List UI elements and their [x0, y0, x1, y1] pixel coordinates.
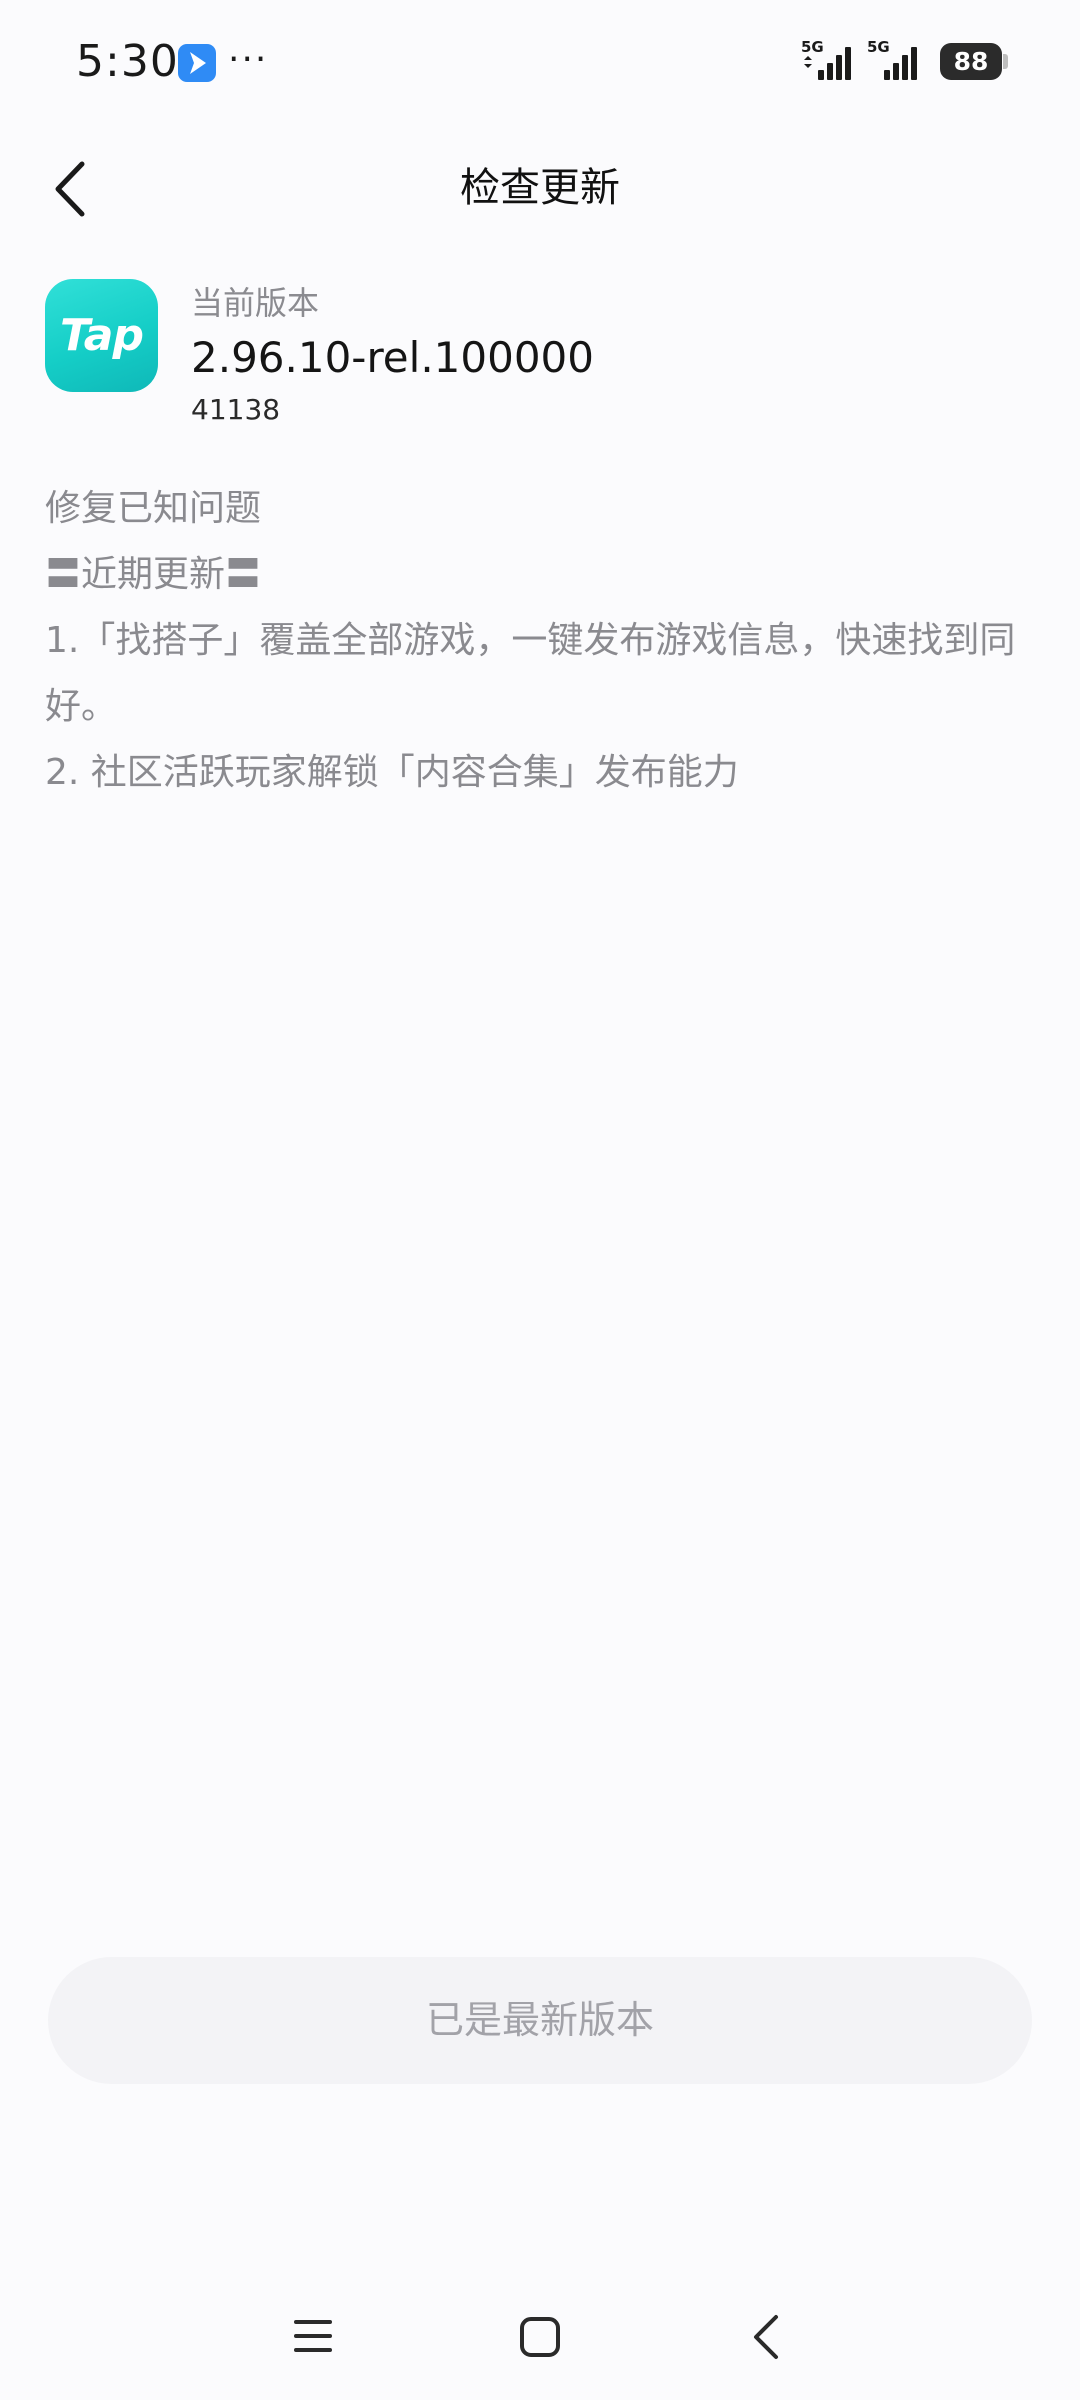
notification-app-icon — [178, 44, 216, 82]
battery-cap — [1003, 54, 1008, 69]
changelog-line: 〓近期更新〓 — [45, 554, 262, 595]
back-button[interactable] — [42, 150, 112, 228]
changelog: 修复已知问题 〓近期更新〓 1.「找搭子」覆盖全部游戏，一键发布游戏信息，快速找… — [45, 476, 1045, 806]
nav-back-icon[interactable] — [748, 2312, 786, 2362]
home-square-icon[interactable] — [519, 2316, 561, 2358]
status-bar: 5:30 ··· 5G 5G 88 — [0, 0, 1080, 125]
version-value: 2.96.10-rel.100000 — [191, 333, 594, 382]
latest-version-button[interactable]: 已是最新版本 — [48, 1957, 1032, 2084]
svg-text:5G: 5G — [801, 38, 824, 56]
version-label: 当前版本 — [191, 284, 320, 322]
changelog-line: 修复已知问题 — [45, 488, 262, 529]
tap-app-logo: Tap — [45, 279, 158, 392]
more-notifications-icon: ··· — [228, 39, 269, 80]
page-title: 检查更新 — [460, 165, 620, 211]
changelog-line: 2. 社区活跃玩家解锁「内容合集」发布能力 — [45, 752, 739, 793]
svg-text:5G: 5G — [867, 38, 890, 56]
chevron-left-icon — [55, 161, 85, 217]
app-logo-text: Tap — [60, 310, 144, 361]
battery-icon: 88 — [940, 43, 1002, 80]
signal-5g-icon: 5G — [800, 38, 858, 82]
status-time: 5:30 — [76, 36, 179, 87]
build-number: 41138 — [191, 393, 281, 426]
changelog-line: 1.「找搭子」覆盖全部游戏，一键发布游戏信息，快速找到同好。 — [45, 620, 1016, 727]
signal-5g-icon: 5G — [866, 38, 924, 82]
menu-icon[interactable] — [292, 2316, 334, 2356]
